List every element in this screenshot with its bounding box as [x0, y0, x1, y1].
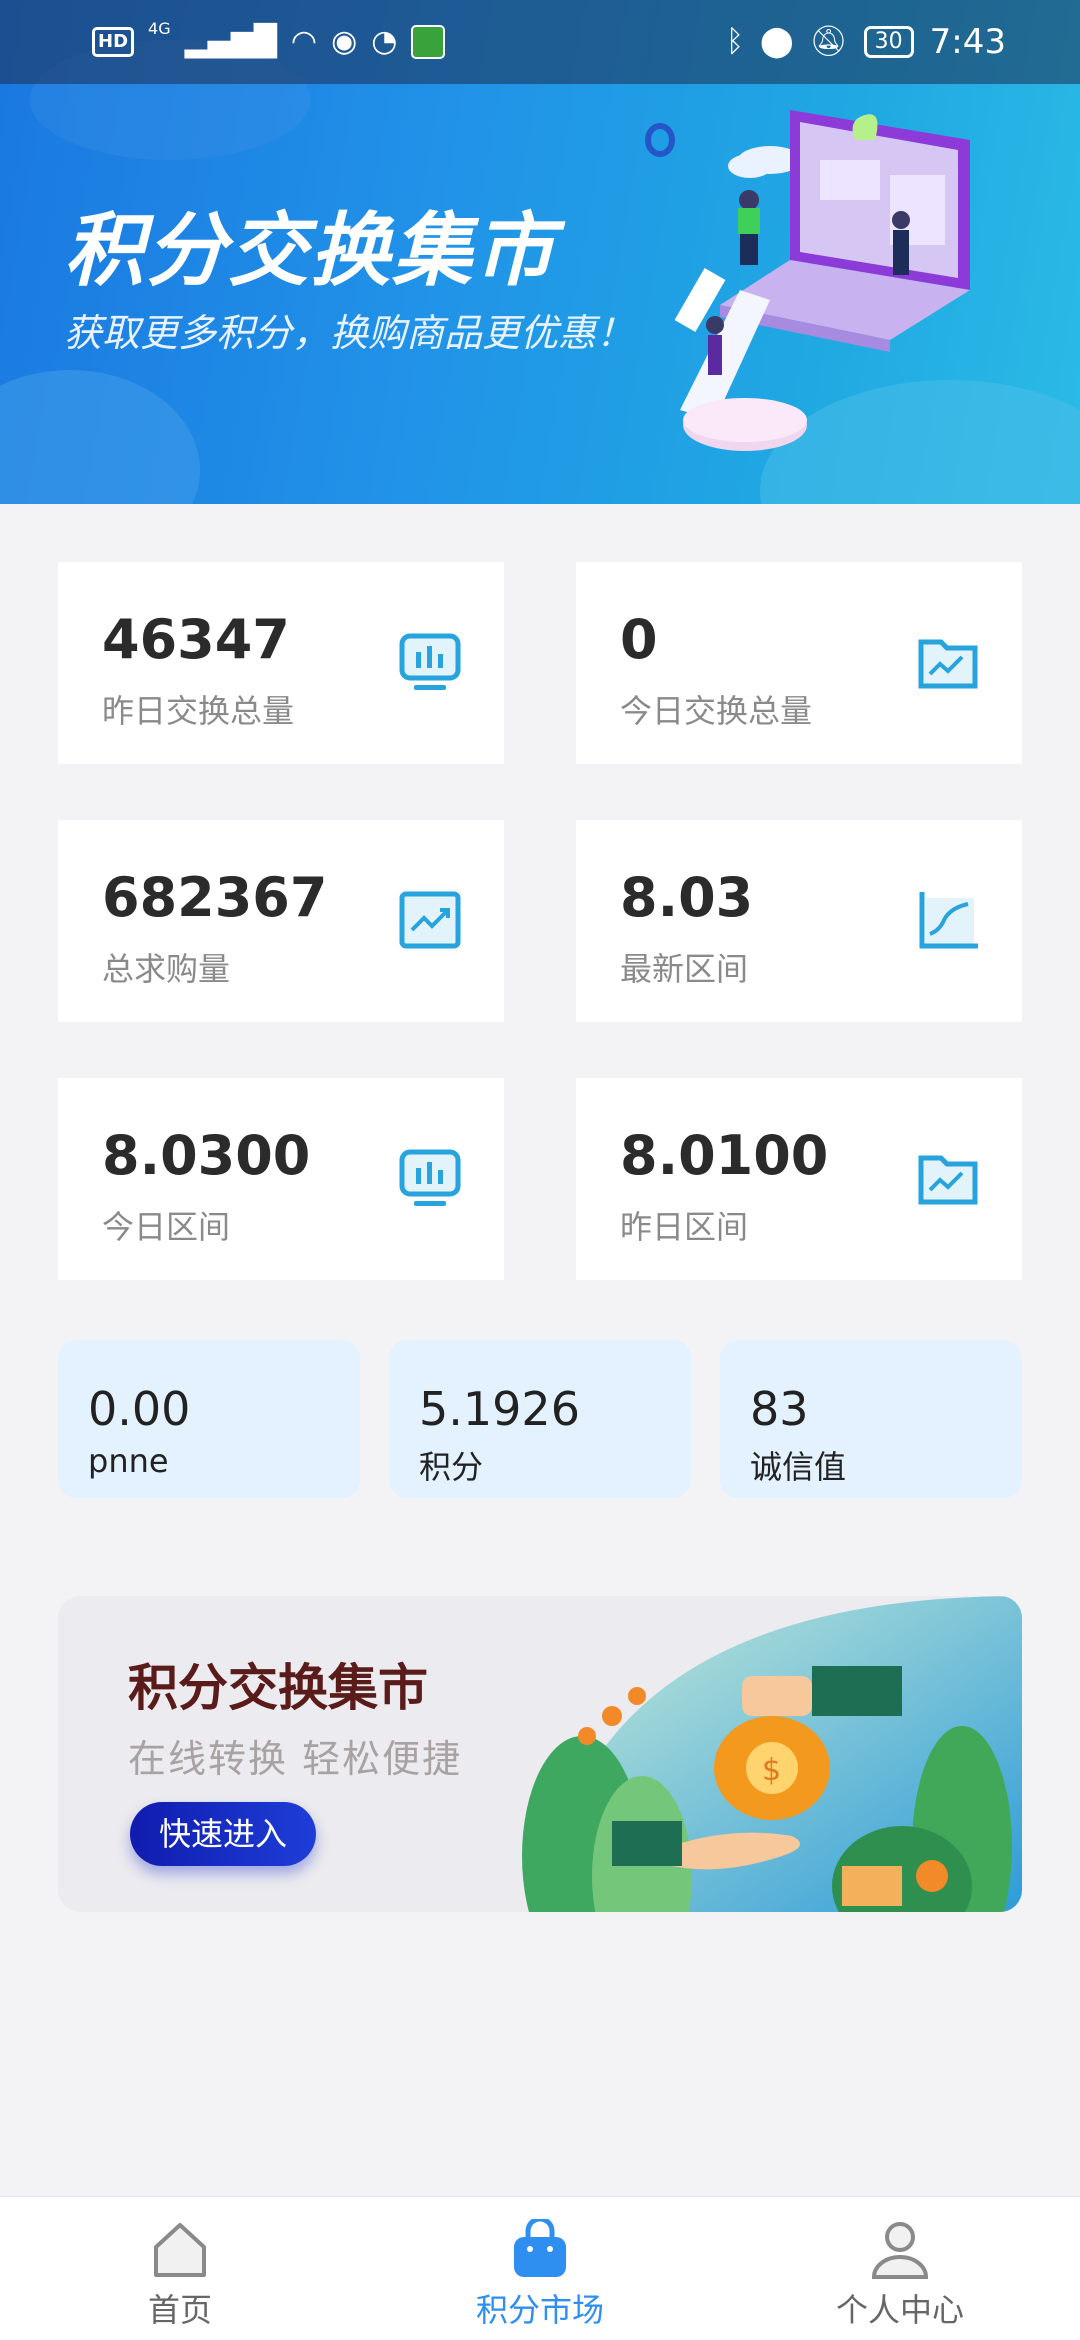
svg-text:$: $ [762, 1753, 781, 1788]
stat-label: 今日区间 [102, 1208, 231, 1246]
folder-chart-icon [918, 1155, 978, 1205]
hero-blob [0, 370, 200, 504]
stat-card-yesterday-volume[interactable]: 46347 昨日交换总量 [58, 562, 504, 764]
status-right: ᛒ ⬤ 🔕︎ 30 7:43 [726, 20, 1006, 64]
status-left: HD 4G ▂▄▆█ ◠ ◉ ◔ [92, 19, 446, 64]
stat-value: 682367 [102, 866, 328, 929]
stat-card-latest-range[interactable]: 8.03 最新区间 [576, 820, 1022, 1022]
bottom-nav: 首页 积分市场 个人中心 [0, 2196, 1080, 2340]
eye-icon: ◉ [331, 24, 358, 59]
stat-label: 昨日区间 [620, 1208, 749, 1246]
nav-label: 积分市场 [475, 2291, 604, 2329]
stat-value: 0 [620, 608, 658, 671]
stat-card-yesterday-range[interactable]: 8.0100 昨日区间 [576, 1078, 1022, 1280]
laptop-illustration [645, 110, 970, 451]
monitor-chart-icon [399, 633, 461, 690]
stat-label: 昨日交换总量 [102, 692, 295, 730]
promo-banner[interactable]: $ 积分交换集市 在线转换 轻松便捷 快速进入 [58, 1596, 1022, 1912]
hd-badge: HD [92, 27, 135, 57]
stat-label: 总求购量 [102, 950, 231, 988]
signal-bars-icon: ▂▄▆█ [184, 24, 277, 59]
trend-up-icon [399, 891, 461, 949]
location-icon: ⬤ [759, 24, 794, 59]
stat-label: 今日交换总量 [620, 692, 813, 730]
tile-label: 诚信值 [750, 1448, 847, 1486]
clock-time: 7:43 [929, 22, 1006, 62]
stat-value: 8.0100 [620, 1124, 829, 1187]
bluetooth-icon: ᛒ [725, 24, 744, 59]
stat-card-today-range[interactable]: 8.0300 今日区间 [58, 1078, 504, 1280]
nav-item-profile[interactable]: 个人中心 [720, 2197, 1080, 2340]
alarm-icon: ◔ [371, 24, 398, 59]
stat-label: 最新区间 [620, 950, 749, 988]
promo-illustration: $ [522, 1596, 1022, 1912]
hero-title: 积分交换集市 [64, 204, 556, 297]
promo-title: 积分交换集市 [128, 1659, 428, 1717]
folder-chart-icon [918, 639, 978, 689]
hero-subtitle: 获取更多积分，换购商品更优惠！ [64, 311, 635, 355]
tile-label: pnne [88, 1442, 169, 1480]
stat-value: 8.0300 [102, 1124, 311, 1187]
user-icon [871, 2222, 929, 2279]
wifi-icon: ◠ [290, 24, 318, 59]
nav-label: 个人中心 [835, 2291, 964, 2329]
hero-banner: HD 4G ▂▄▆█ ◠ ◉ ◔ ᛒ ⬤ 🔕︎ 30 7:43 积分交换集市 获… [0, 0, 1080, 504]
battery-icon: 30 [863, 26, 914, 58]
signal-icon: 4G [148, 19, 171, 38]
tile-credit-score[interactable]: 83 诚信值 [720, 1340, 1022, 1498]
nav-item-home[interactable]: 首页 [0, 2197, 360, 2340]
nav-label: 首页 [147, 2291, 212, 2329]
stat-card-today-volume[interactable]: 0 今日交换总量 [576, 562, 1022, 764]
stat-value: 46347 [102, 608, 290, 671]
tile-pnne[interactable]: 0.00 pnne [58, 1340, 360, 1498]
tile-label: 积分 [419, 1448, 484, 1486]
mute-bell-icon: 🔕︎ [809, 24, 848, 59]
status-bar: HD 4G ▂▄▆█ ◠ ◉ ◔ ᛒ ⬤ 🔕︎ 30 7:43 [0, 0, 1080, 84]
stat-value: 8.03 [620, 866, 754, 929]
tile-value: 83 [750, 1382, 809, 1436]
home-icon [154, 2223, 206, 2277]
tile-points[interactable]: 5.1926 积分 [389, 1340, 691, 1498]
tile-value: 0.00 [88, 1382, 191, 1436]
monitor-chart-icon [399, 1149, 461, 1206]
tile-value: 5.1926 [419, 1382, 580, 1436]
line-chart-icon [919, 892, 978, 949]
stat-card-total-demand[interactable]: 682367 总求购量 [58, 820, 504, 1022]
nav-item-points-market[interactable]: 积分市场 [360, 2197, 720, 2340]
app-notification-icon [411, 25, 446, 59]
promo-subtitle: 在线转换 轻松便捷 [128, 1737, 463, 1781]
quick-enter-button[interactable]: 快速进入 [130, 1802, 316, 1866]
shopping-bag-icon [514, 2219, 566, 2277]
